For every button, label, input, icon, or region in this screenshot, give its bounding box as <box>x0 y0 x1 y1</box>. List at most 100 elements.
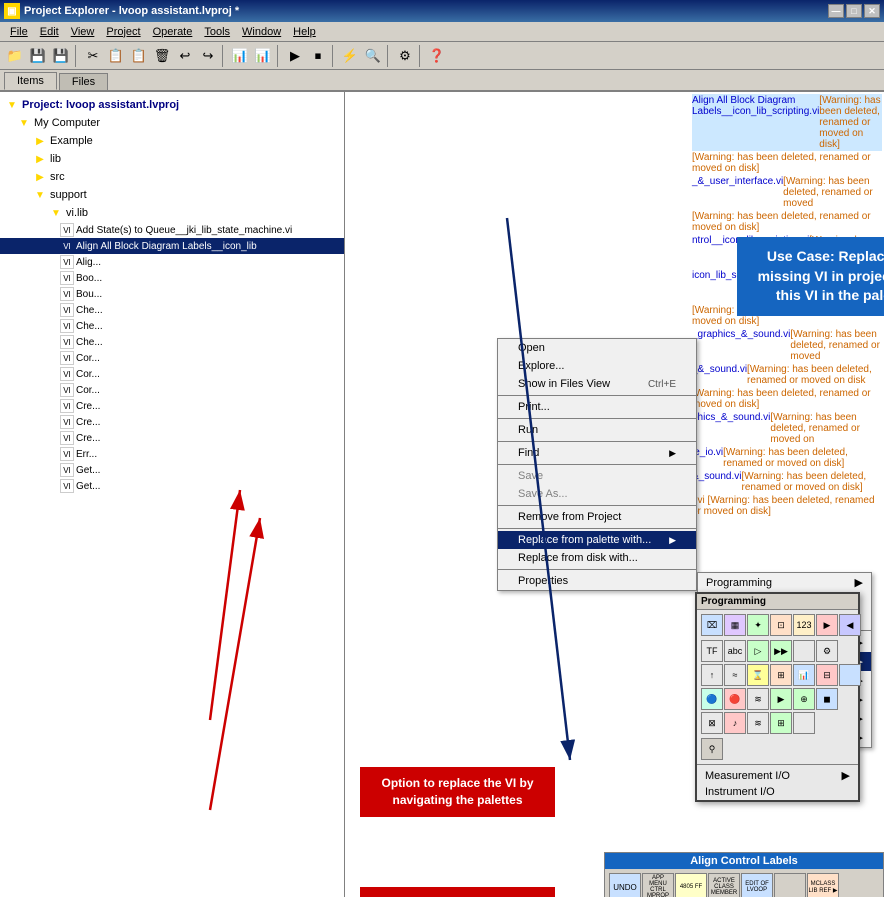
pal-btn-6[interactable]: ▶ <box>816 614 838 636</box>
tb-search[interactable]: 🔍 <box>362 45 384 67</box>
tree-vi-14[interactable]: VI Cre... <box>0 430 344 446</box>
tb-run[interactable]: ▶ <box>284 45 306 67</box>
tree-vi-9[interactable]: VI Cor... <box>0 350 344 366</box>
tb-gear[interactable]: ⚙ <box>394 45 416 67</box>
tb-chart1[interactable]: 📊 <box>229 45 251 67</box>
minimize-button[interactable]: — <box>828 4 844 18</box>
pal-btn-15[interactable]: ≈ <box>724 664 746 686</box>
pal-btn-20[interactable] <box>839 664 861 686</box>
tb-undo[interactable]: ↩ <box>174 45 196 67</box>
tree-vi-7[interactable]: VI Che... <box>0 318 344 334</box>
tree-vi-8[interactable]: VI Che... <box>0 334 344 350</box>
menu-tools[interactable]: Tools <box>198 25 236 39</box>
pal-btn-27[interactable]: ⊠ <box>701 712 723 734</box>
tb-bolt[interactable]: ⚡ <box>339 45 361 67</box>
tree-vi-10[interactable]: VI Cor... <box>0 366 344 382</box>
pal-btn-22[interactable]: 🔴 <box>724 688 746 710</box>
menu-view[interactable]: View <box>65 25 101 39</box>
tb-cut[interactable]: ✂ <box>82 45 104 67</box>
acl-btn-4[interactable]: ACTIVE CLASS MEMBER <box>708 873 740 897</box>
sm-programming[interactable]: Programming ▶ <box>698 573 871 592</box>
tree-vi-4[interactable]: VI Boo... <box>0 270 344 286</box>
tab-files[interactable]: Files <box>59 73 108 90</box>
acl-btn-7[interactable]: MCLASS LIB REF ▶ <box>807 873 839 897</box>
tree-vi-2[interactable]: VI Align All Block Diagram Labels__icon_… <box>0 238 344 254</box>
tree-vi-6[interactable]: VI Che... <box>0 302 344 318</box>
tree-vi-11[interactable]: VI Cor... <box>0 382 344 398</box>
pal-btn-17[interactable]: ⊞ <box>770 664 792 686</box>
tree-vi-1[interactable]: VI Add State(s) to Queue__jki_lib_state_… <box>0 222 344 238</box>
tree-vi-16[interactable]: VI Get... <box>0 462 344 478</box>
tree-support[interactable]: ▼ support <box>0 186 344 204</box>
tree-vi-12[interactable]: VI Cre... <box>0 398 344 414</box>
pal-btn-16[interactable]: ⌛ <box>747 664 769 686</box>
menu-file[interactable]: File <box>4 25 34 39</box>
cm-saveas[interactable]: Save As... <box>498 485 696 503</box>
tb-redo[interactable]: ↪ <box>197 45 219 67</box>
cm-print[interactable]: Print... <box>498 398 696 416</box>
tree-vilib[interactable]: ▼ vi.lib <box>0 204 344 222</box>
tree-example[interactable]: ▶ Example <box>0 132 344 150</box>
pal-btn-14[interactable]: ↑ <box>701 664 723 686</box>
acl-btn-1[interactable]: UNDO <box>609 873 641 897</box>
tb-chart2[interactable]: 📊 <box>252 45 274 67</box>
pal-btn-25[interactable]: ⊕ <box>793 688 815 710</box>
window-controls[interactable]: — □ ✕ <box>828 4 880 18</box>
tree-root[interactable]: ▼ Project: lvoop assistant.lvproj <box>0 96 344 114</box>
acl-btn-2[interactable]: APP MENU CTRL MPROP <box>642 873 674 897</box>
pal-btn-3[interactable]: ✦ <box>747 614 769 636</box>
tb-copy[interactable]: 📋 <box>105 45 127 67</box>
cm-replacepalette[interactable]: Replace from palette with... ▶ <box>498 531 696 549</box>
pal-btn-9[interactable]: abc <box>724 640 746 662</box>
menu-help[interactable]: Help <box>287 25 322 39</box>
menu-project[interactable]: Project <box>100 25 146 39</box>
menu-window[interactable]: Window <box>236 25 287 39</box>
cm-removefromproject[interactable]: Remove from Project <box>498 508 696 526</box>
tree-vi-15[interactable]: VI Err... <box>0 446 344 462</box>
pal-btn-19[interactable]: ⊟ <box>816 664 838 686</box>
pal-btn-31[interactable] <box>793 712 815 734</box>
pal-btn-13[interactable]: ⚙ <box>816 640 838 662</box>
menu-edit[interactable]: Edit <box>34 25 65 39</box>
pal-btn-23[interactable]: ≋ <box>747 688 769 710</box>
tree-lib[interactable]: ▶ lib <box>0 150 344 168</box>
pal-btn-1[interactable]: ⌧ <box>701 614 723 636</box>
pal-btn-11[interactable]: ▶▶ <box>770 640 792 662</box>
tree-mycomputer[interactable]: ▼ My Computer <box>0 114 344 132</box>
pal-cat-instrument[interactable]: Instrument I/O <box>697 784 858 800</box>
tree-vi-13[interactable]: VI Cre... <box>0 414 344 430</box>
tb-save1[interactable]: 💾 <box>27 45 49 67</box>
cm-replacedisk[interactable]: Replace from disk with... <box>498 549 696 567</box>
acl-btn-5[interactable]: EDIT OF LVOOP <box>741 873 773 897</box>
tb-paste[interactable]: 📋 <box>128 45 150 67</box>
tb-new[interactable]: 📁 <box>4 45 26 67</box>
tb-save2[interactable]: 💾 <box>50 45 72 67</box>
tree-vi-5[interactable]: VI Bou... <box>0 286 344 302</box>
pal-btn-28[interactable]: ♪ <box>724 712 746 734</box>
acl-btn-3[interactable]: 4805 FF <box>675 873 707 897</box>
tb-delete[interactable]: 🗑 <box>151 45 173 67</box>
pal-btn-32[interactable]: ⚲ <box>701 738 723 760</box>
menu-operate[interactable]: Operate <box>147 25 199 39</box>
pal-btn-29[interactable]: ≋ <box>747 712 769 734</box>
pal-btn-5[interactable]: 123 <box>793 614 815 636</box>
pal-btn-10[interactable]: ▷ <box>747 640 769 662</box>
tree-vi-17[interactable]: VI Get... <box>0 478 344 494</box>
pal-btn-8[interactable]: TF <box>701 640 723 662</box>
cm-explore[interactable]: Explore... <box>498 357 696 375</box>
pal-cat-measurement[interactable]: Measurement I/O ▶ <box>697 767 858 784</box>
tb-help[interactable]: ❓ <box>426 45 448 67</box>
tree-src[interactable]: ▶ src <box>0 168 344 186</box>
tab-items[interactable]: Items <box>4 72 57 90</box>
cm-save[interactable]: Save <box>498 467 696 485</box>
cm-find[interactable]: Find ▶ <box>498 444 696 462</box>
pal-btn-4[interactable]: ⊡ <box>770 614 792 636</box>
tree-vi-3[interactable]: VI Alig... <box>0 254 344 270</box>
maximize-button[interactable]: □ <box>846 4 862 18</box>
pal-btn-12[interactable] <box>793 640 815 662</box>
pal-btn-18[interactable]: 📊 <box>793 664 815 686</box>
pal-btn-26[interactable]: ◼ <box>816 688 838 710</box>
cm-properties[interactable]: Properties <box>498 572 696 590</box>
cm-open[interactable]: Open <box>498 339 696 357</box>
pal-btn-24[interactable]: ▶ <box>770 688 792 710</box>
